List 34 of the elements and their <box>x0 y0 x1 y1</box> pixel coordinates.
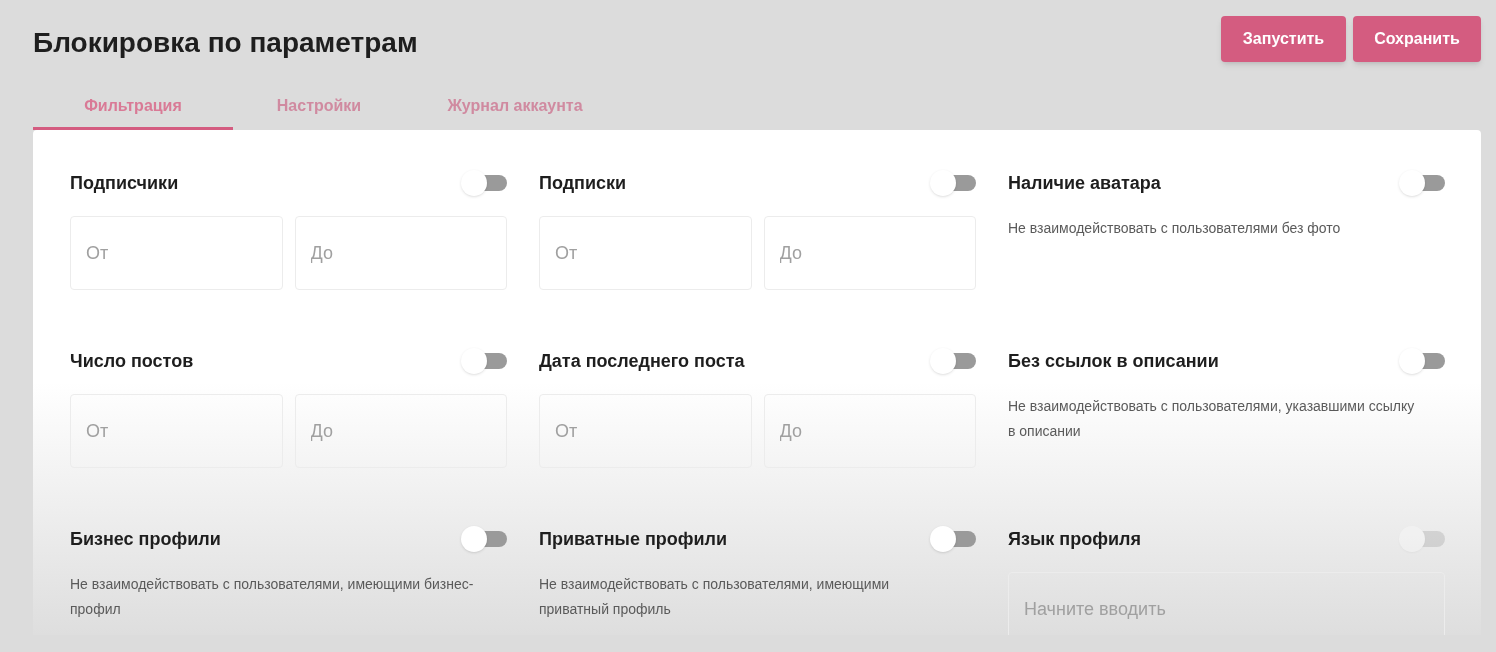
tab[interactable]: Настройки <box>233 84 405 130</box>
toggle-switch[interactable] <box>930 170 976 196</box>
toggle-switch[interactable] <box>930 526 976 552</box>
from-field[interactable]: От <box>70 216 283 290</box>
filter-description: Не взаимодействовать с пользователями, указавшими ссылку в описании <box>1008 397 1416 441</box>
filter-title: Наличие аватара <box>1008 171 1161 195</box>
to-field[interactable]: До <box>763 394 976 468</box>
from-field[interactable]: От <box>539 394 752 468</box>
filter-title: Приватные профили <box>539 527 728 551</box>
from-field[interactable]: От <box>539 216 752 290</box>
run-button[interactable]: Запустить <box>1221 16 1346 62</box>
filter-title: Подписчики <box>70 171 179 195</box>
filter-description: Не взаимодействовать с пользователями, имеющими приватный профиль <box>539 575 891 619</box>
filter-title: Бизнес профили <box>70 527 221 551</box>
filter-title: Язык профиля <box>1008 527 1141 551</box>
filter-description: Не взаимодействовать с пользователями, имеющими бизнес-профил <box>70 575 475 619</box>
toggle-switch[interactable] <box>461 170 507 196</box>
toggle-switch[interactable] <box>461 526 507 552</box>
filter-title: Число постов <box>70 349 194 373</box>
toggle-switch[interactable] <box>1399 348 1445 374</box>
to-field[interactable]: До <box>763 216 976 290</box>
page-title: Блокировка по параметрам <box>33 26 418 60</box>
toggle-switch[interactable] <box>1399 170 1445 196</box>
to-field[interactable]: До <box>294 394 507 468</box>
toggle-switch[interactable] <box>461 348 507 374</box>
save-button[interactable]: Сохранить <box>1353 16 1481 62</box>
filter-title: Без ссылок в описании <box>1008 349 1219 373</box>
tab[interactable]: Журнал аккаунта <box>405 84 625 130</box>
filter-title: Дата последнего поста <box>539 349 745 373</box>
filter-title: Подписки <box>539 171 627 195</box>
filter-description: Не взаимодействовать с пользователями без фото <box>1008 219 1342 238</box>
to-field[interactable]: До <box>294 216 507 290</box>
toggle-switch[interactable] <box>930 348 976 374</box>
from-field[interactable]: От <box>70 394 283 468</box>
